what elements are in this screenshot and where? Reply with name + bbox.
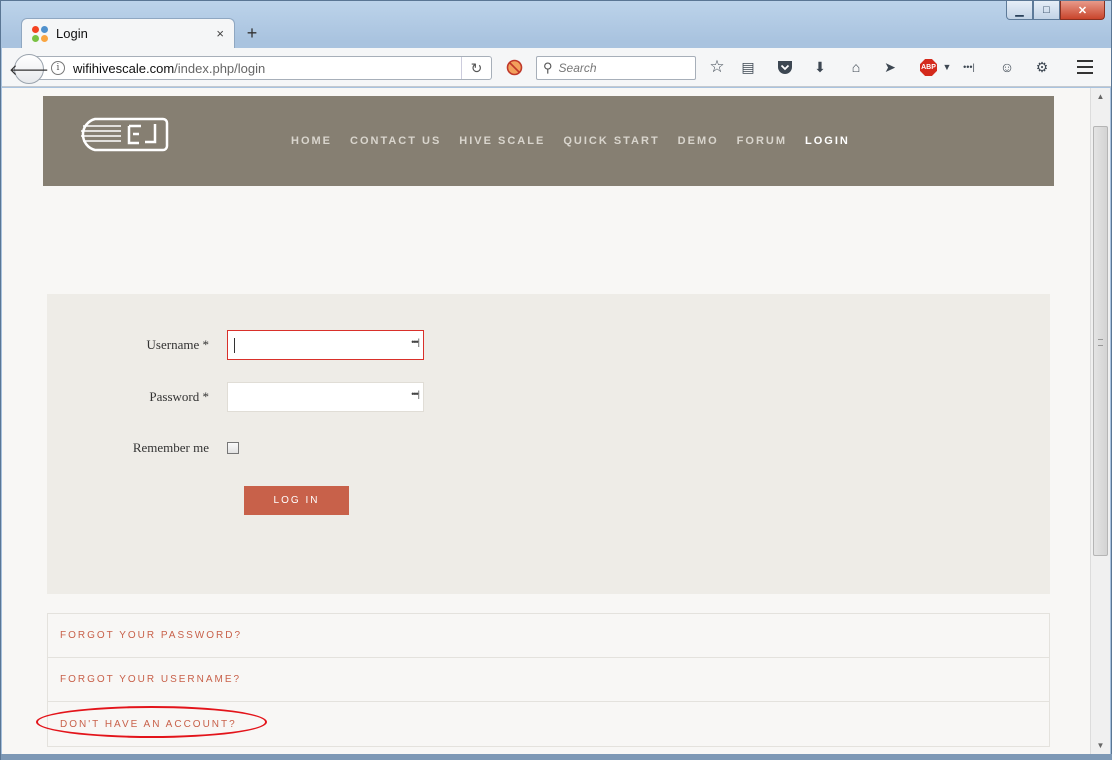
scroll-up-icon[interactable]: ▲ — [1091, 88, 1110, 105]
maximize-button[interactable]: □ — [1033, 1, 1060, 20]
site-nav: HOME CONTACT US HIVE SCALE QUICK START D… — [291, 135, 868, 147]
navigation-toolbar: 🡐 i wifihivescale.com/index.php/login ↻ … — [2, 48, 1111, 87]
extension-icon[interactable]: ⚙ — [1033, 58, 1051, 76]
text-caret — [234, 338, 235, 353]
bookmark-star-icon[interactable]: ☆ — [708, 57, 726, 76]
password-label: Password * — [149, 389, 209, 404]
chat-icon[interactable]: ☺ — [998, 58, 1016, 76]
download-icon[interactable]: ⬇ — [811, 58, 829, 76]
reading-list-icon[interactable]: ▤ — [739, 58, 757, 76]
joomla-icon — [32, 25, 48, 42]
home-icon[interactable]: ⌂ — [847, 58, 865, 76]
password-manager-icon[interactable]: •••| — [411, 337, 420, 347]
hamburger-menu-icon[interactable] — [1077, 60, 1093, 74]
forgot-username-link[interactable]: FORGOT YOUR USERNAME? — [48, 658, 1049, 702]
adblock-icon[interactable]: ABP — [920, 59, 937, 76]
search-icon: ⚲ — [543, 60, 553, 75]
tab-close-icon[interactable]: × — [216, 26, 224, 41]
password-field[interactable]: •••| — [227, 382, 424, 412]
annotation-ellipse — [36, 706, 267, 738]
username-label: Username * — [146, 337, 209, 352]
nav-forum[interactable]: FORUM — [737, 135, 787, 147]
tab-title: Login — [56, 26, 88, 41]
nav-quick-start[interactable]: QUICK START — [563, 135, 659, 147]
nav-contact-us[interactable]: CONTACT US — [350, 135, 441, 147]
login-form: Username * •••| Password * •••| Remember… — [47, 294, 1050, 594]
back-arrow-icon: 🡐 — [8, 61, 50, 79]
window-controls: ▁ □ ✕ — [1006, 1, 1105, 20]
remember-row: Remember me — [47, 440, 239, 456]
send-icon[interactable]: ➤ — [881, 58, 899, 76]
password-manager-icon[interactable]: •••| — [958, 58, 980, 76]
username-field[interactable]: •••| — [227, 330, 424, 360]
site-info-icon[interactable]: i — [51, 61, 65, 75]
url-path: /index.php/login — [174, 60, 266, 76]
password-manager-icon[interactable]: •••| — [411, 389, 420, 399]
scroll-thumb[interactable] — [1093, 126, 1108, 556]
search-input[interactable]: ⚲ Search — [536, 56, 696, 80]
site-header: HOME CONTACT US HIVE SCALE QUICK START D… — [43, 96, 1054, 186]
search-placeholder: Search — [558, 61, 597, 75]
login-button[interactable]: LOG IN — [244, 486, 349, 515]
forgot-password-link[interactable]: FORGOT YOUR PASSWORD? — [48, 614, 1049, 658]
close-window-button[interactable]: ✕ — [1060, 1, 1105, 20]
username-row: Username * •••| — [47, 330, 424, 360]
blocked-extension-icon[interactable] — [505, 58, 523, 76]
password-row: Password * •••| — [47, 382, 424, 412]
nav-home[interactable]: HOME — [291, 135, 332, 147]
url-domain: wifihivescale.com — [73, 60, 175, 76]
window-bottom-edge — [1, 754, 1112, 760]
remember-checkbox[interactable] — [227, 442, 239, 454]
nav-login[interactable]: LOGIN — [805, 135, 850, 147]
url-bar[interactable]: i wifihivescale.com/index.php/login ↻ — [32, 56, 492, 80]
page-viewport: HOME CONTACT US HIVE SCALE QUICK START D… — [2, 88, 1090, 754]
tab-login[interactable]: Login × — [21, 18, 235, 48]
site-logo[interactable] — [75, 114, 171, 154]
browser-window: ▁ □ ✕ Login × + 🡐 i wifihivescale.com/in… — [0, 0, 1112, 760]
nav-hive-scale[interactable]: HIVE SCALE — [459, 135, 545, 147]
back-button[interactable]: 🡐 — [9, 54, 49, 84]
reload-icon[interactable]: ↻ — [461, 57, 491, 79]
nav-demo[interactable]: DEMO — [678, 135, 719, 147]
pocket-icon[interactable] — [776, 58, 794, 76]
minimize-button[interactable]: ▁ — [1006, 1, 1033, 20]
new-tab-button[interactable]: + — [243, 23, 261, 44]
adblock-dropdown-icon[interactable]: ▼ — [938, 58, 956, 76]
remember-label: Remember me — [132, 440, 209, 455]
vertical-scrollbar[interactable]: ▲ ▼ — [1090, 88, 1110, 754]
scroll-down-icon[interactable]: ▼ — [1091, 737, 1110, 754]
